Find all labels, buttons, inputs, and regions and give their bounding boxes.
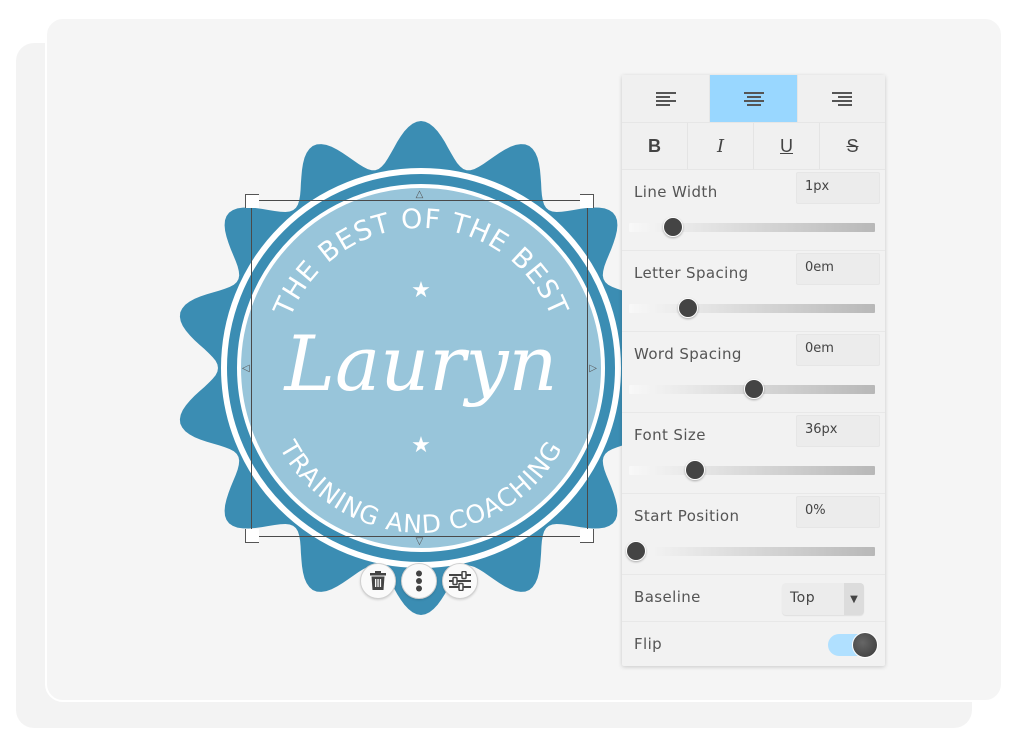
trash-icon: [370, 571, 386, 590]
start-position-property: Start Position 0%: [622, 494, 885, 575]
start-position-label: Start Position: [634, 507, 740, 525]
resize-handle-bottom-right[interactable]: [580, 529, 594, 543]
baseline-select[interactable]: Top ▼: [782, 583, 864, 615]
word-spacing-slider[interactable]: [629, 379, 875, 399]
line-width-property: Line Width 1px: [622, 170, 885, 251]
more-vertical-icon: [416, 570, 422, 592]
line-width-slider[interactable]: [629, 217, 875, 237]
more-options-button[interactable]: [401, 563, 437, 599]
baseline-label: Baseline: [634, 588, 701, 606]
resize-handle-top-right[interactable]: [580, 194, 594, 208]
selection-box[interactable]: △ ▽ ◁ ▷: [242, 190, 597, 547]
align-left-button[interactable]: [622, 75, 710, 122]
text-properties-panel: B I U S Line Width 1px Letter Spacing 0em Wo…: [622, 75, 885, 666]
adjust-settings-button[interactable]: [442, 563, 478, 599]
word-spacing-label: Word Spacing: [634, 345, 742, 363]
line-width-input[interactable]: 1px: [796, 172, 880, 204]
font-size-label: Font Size: [634, 426, 706, 444]
text-style-group: B I U S: [622, 122, 885, 170]
sliders-icon: [449, 571, 471, 591]
line-width-slider-thumb[interactable]: [663, 217, 684, 237]
start-position-input[interactable]: 0%: [796, 496, 880, 528]
flip-toggle[interactable]: [828, 632, 878, 658]
flip-row: Flip: [622, 622, 885, 668]
start-position-slider[interactable]: [626, 541, 875, 561]
font-size-property: Font Size 36px: [622, 413, 885, 494]
alignment-group: [622, 75, 885, 122]
resize-handle-top-icon[interactable]: △: [416, 190, 424, 200]
letter-spacing-slider-thumb[interactable]: [678, 298, 699, 318]
chevron-down-icon: ▼: [844, 583, 864, 615]
underline-button[interactable]: U: [754, 123, 820, 169]
word-spacing-input[interactable]: 0em: [796, 334, 880, 366]
resize-handle-right-icon[interactable]: ▷: [589, 363, 597, 374]
italic-button[interactable]: I: [688, 123, 754, 169]
font-size-input[interactable]: 36px: [796, 415, 880, 447]
letter-spacing-property: Letter Spacing 0em: [622, 251, 885, 332]
resize-handle-top-left[interactable]: [245, 194, 259, 208]
baseline-row: Baseline Top ▼: [622, 575, 885, 622]
align-left-icon: [655, 91, 676, 106]
align-right-button[interactable]: [798, 75, 885, 122]
bold-button[interactable]: B: [622, 123, 688, 169]
align-center-button[interactable]: [710, 75, 798, 122]
resize-handle-bottom-icon[interactable]: ▽: [416, 537, 424, 547]
resize-handle-left-icon[interactable]: ◁: [242, 363, 250, 374]
font-size-slider-thumb[interactable]: [685, 460, 706, 480]
line-width-label: Line Width: [634, 183, 718, 201]
toggle-knob: [852, 632, 878, 658]
font-size-slider[interactable]: [629, 460, 875, 480]
start-position-slider-thumb[interactable]: [626, 541, 647, 561]
resize-handle-bottom-left[interactable]: [245, 529, 259, 543]
word-spacing-slider-thumb[interactable]: [744, 379, 765, 399]
align-right-icon: [831, 91, 852, 106]
strikethrough-button[interactable]: S: [820, 123, 885, 169]
letter-spacing-input[interactable]: 0em: [796, 253, 880, 285]
align-center-icon: [743, 91, 764, 106]
flip-label: Flip: [634, 635, 663, 653]
letter-spacing-label: Letter Spacing: [634, 264, 749, 282]
word-spacing-property: Word Spacing 0em: [622, 332, 885, 413]
baseline-selected-value: Top: [790, 590, 816, 606]
delete-button[interactable]: [360, 563, 396, 599]
letter-spacing-slider[interactable]: [629, 298, 875, 318]
